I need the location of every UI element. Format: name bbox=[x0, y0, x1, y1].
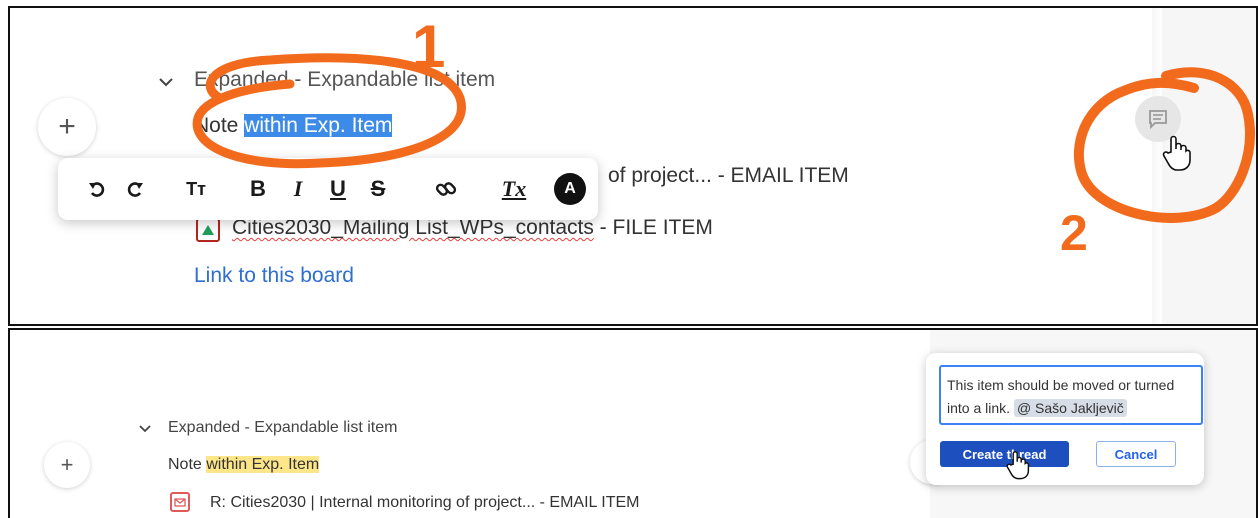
clear-format-button[interactable]: Tx bbox=[496, 158, 532, 220]
note-highlight: within Exp. Item bbox=[206, 456, 320, 473]
add-block-button[interactable]: + bbox=[38, 98, 96, 156]
annotation-circle-2 bbox=[1073, 67, 1255, 223]
undo-button[interactable] bbox=[80, 158, 114, 220]
annotation-number-1: 1 bbox=[412, 13, 446, 80]
mention-chip[interactable]: @ Sašo Jakljevič bbox=[1013, 399, 1127, 417]
plus-icon: + bbox=[60, 452, 74, 477]
link-to-board[interactable]: Link to this board bbox=[194, 264, 354, 288]
comment-input[interactable]: This item should be moved or turned into… bbox=[939, 365, 1203, 425]
file-item-suffix: - FILE ITEM bbox=[593, 216, 713, 239]
create-thread-button[interactable]: Create thread bbox=[940, 441, 1069, 467]
undo-icon bbox=[89, 182, 105, 197]
link-icon bbox=[435, 182, 457, 196]
email-icon bbox=[170, 492, 190, 512]
add-block-button[interactable]: + bbox=[44, 442, 90, 488]
comment-popover: This item should be moved or turned into… bbox=[926, 353, 1204, 485]
redo-button[interactable] bbox=[118, 158, 152, 220]
chevron-down-icon[interactable] bbox=[158, 76, 174, 88]
redo-icon bbox=[127, 182, 143, 197]
email-item-label[interactable]: R: Cities2030 | Internal monitoring of p… bbox=[210, 494, 640, 512]
email-item-label[interactable]: of project... - EMAIL ITEM bbox=[608, 164, 849, 188]
annotation-number-2: 2 bbox=[1060, 205, 1088, 261]
expanded-item-label[interactable]: Expanded - Expandable list item bbox=[168, 419, 397, 437]
note-text[interactable]: Note within Exp. Item bbox=[168, 456, 320, 474]
top-screenshot-panel: + Expanded - Expandable list item Note w… bbox=[8, 6, 1258, 326]
note-prefix: Note bbox=[168, 456, 207, 473]
drive-file-icon bbox=[196, 218, 220, 242]
hand-cursor-icon bbox=[1006, 451, 1030, 480]
text-color-button[interactable]: A bbox=[554, 173, 586, 205]
plus-icon: + bbox=[58, 110, 76, 143]
cancel-button[interactable]: Cancel bbox=[1096, 441, 1176, 467]
bottom-screenshot-panel: + Expanded - Expandable list item Note w… bbox=[8, 328, 1258, 518]
chevron-down-icon[interactable] bbox=[138, 424, 152, 434]
